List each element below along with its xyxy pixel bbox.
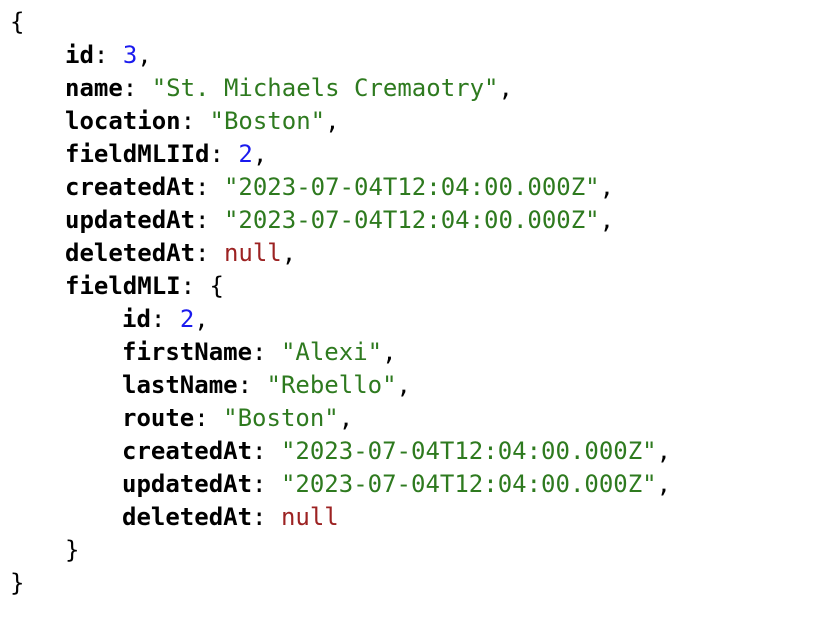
- json-field-row: createdAt: "2023-07-04T12:04:00.000Z",: [65, 173, 615, 201]
- json-value: 2: [179, 305, 195, 333]
- json-key: id: [65, 41, 94, 69]
- json-value: "Alexi": [280, 338, 383, 366]
- json-value: 2: [238, 140, 253, 168]
- root-close-brace: }: [10, 569, 25, 597]
- json-key: updatedAt: [65, 206, 196, 234]
- root-open-brace: {: [10, 8, 25, 36]
- nested-open-brace: {: [209, 272, 224, 300]
- nested-close-brace: }: [65, 536, 80, 564]
- root-open-brace-line: {: [10, 6, 671, 39]
- json-key: deletedAt: [122, 503, 253, 531]
- json-value: null: [280, 503, 339, 531]
- json-key: fieldMLI: [65, 272, 181, 300]
- json-key: createdAt: [65, 173, 196, 201]
- json-value: "2023-07-04T12:04:00.000Z": [223, 206, 600, 234]
- json-viewer: { id: 3, name: "St. Michaels Cremaotry",…: [10, 6, 671, 600]
- json-field-row: route: "Boston",: [122, 404, 354, 432]
- json-key: firstName: [122, 338, 253, 366]
- json-field-row: id: 3,: [65, 41, 152, 69]
- json-value: 3: [122, 41, 138, 69]
- json-key: name: [65, 74, 123, 102]
- json-value: "2023-07-04T12:04:00.000Z": [223, 173, 600, 201]
- json-key: id: [122, 305, 151, 333]
- json-key: updatedAt: [122, 470, 253, 498]
- json-value: "Boston": [223, 404, 339, 432]
- json-key: route: [122, 404, 195, 432]
- json-value: null: [223, 239, 282, 267]
- json-field-row: deletedAt: null: [122, 503, 339, 531]
- json-field-row: fieldMLIId: 2,: [65, 140, 268, 168]
- json-value: "Rebello": [266, 371, 397, 399]
- json-field-row: firstName: "Alexi",: [122, 338, 397, 366]
- json-value: "Boston": [209, 107, 326, 135]
- json-field-row: updatedAt: "2023-07-04T12:04:00.000Z",: [122, 470, 672, 498]
- root-close-brace-line: }: [10, 567, 671, 600]
- json-field-row: lastName: "Rebello",: [122, 371, 411, 399]
- json-key: location: [65, 107, 181, 135]
- json-field-row: createdAt: "2023-07-04T12:04:00.000Z",: [122, 437, 672, 465]
- json-key: lastName: [122, 371, 238, 399]
- json-value: "2023-07-04T12:04:00.000Z": [280, 437, 657, 465]
- json-field-row: location: "Boston",: [65, 107, 340, 135]
- json-key: deletedAt: [65, 239, 196, 267]
- json-field-row: id: 2,: [122, 305, 209, 333]
- nested-close-brace-line: }: [10, 534, 671, 567]
- json-field-row: updatedAt: "2023-07-04T12:04:00.000Z",: [65, 206, 615, 234]
- json-value: "St. Michaels Cremaotry": [151, 74, 499, 102]
- json-field-row: name: "St. Michaels Cremaotry",: [65, 74, 513, 102]
- nested-object-header[interactable]: ▼fieldMLI: {: [10, 270, 671, 303]
- json-key: createdAt: [122, 437, 253, 465]
- json-key: fieldMLIId: [65, 140, 210, 168]
- json-field-row: deletedAt: null,: [65, 239, 297, 267]
- json-value: "2023-07-04T12:04:00.000Z": [280, 470, 657, 498]
